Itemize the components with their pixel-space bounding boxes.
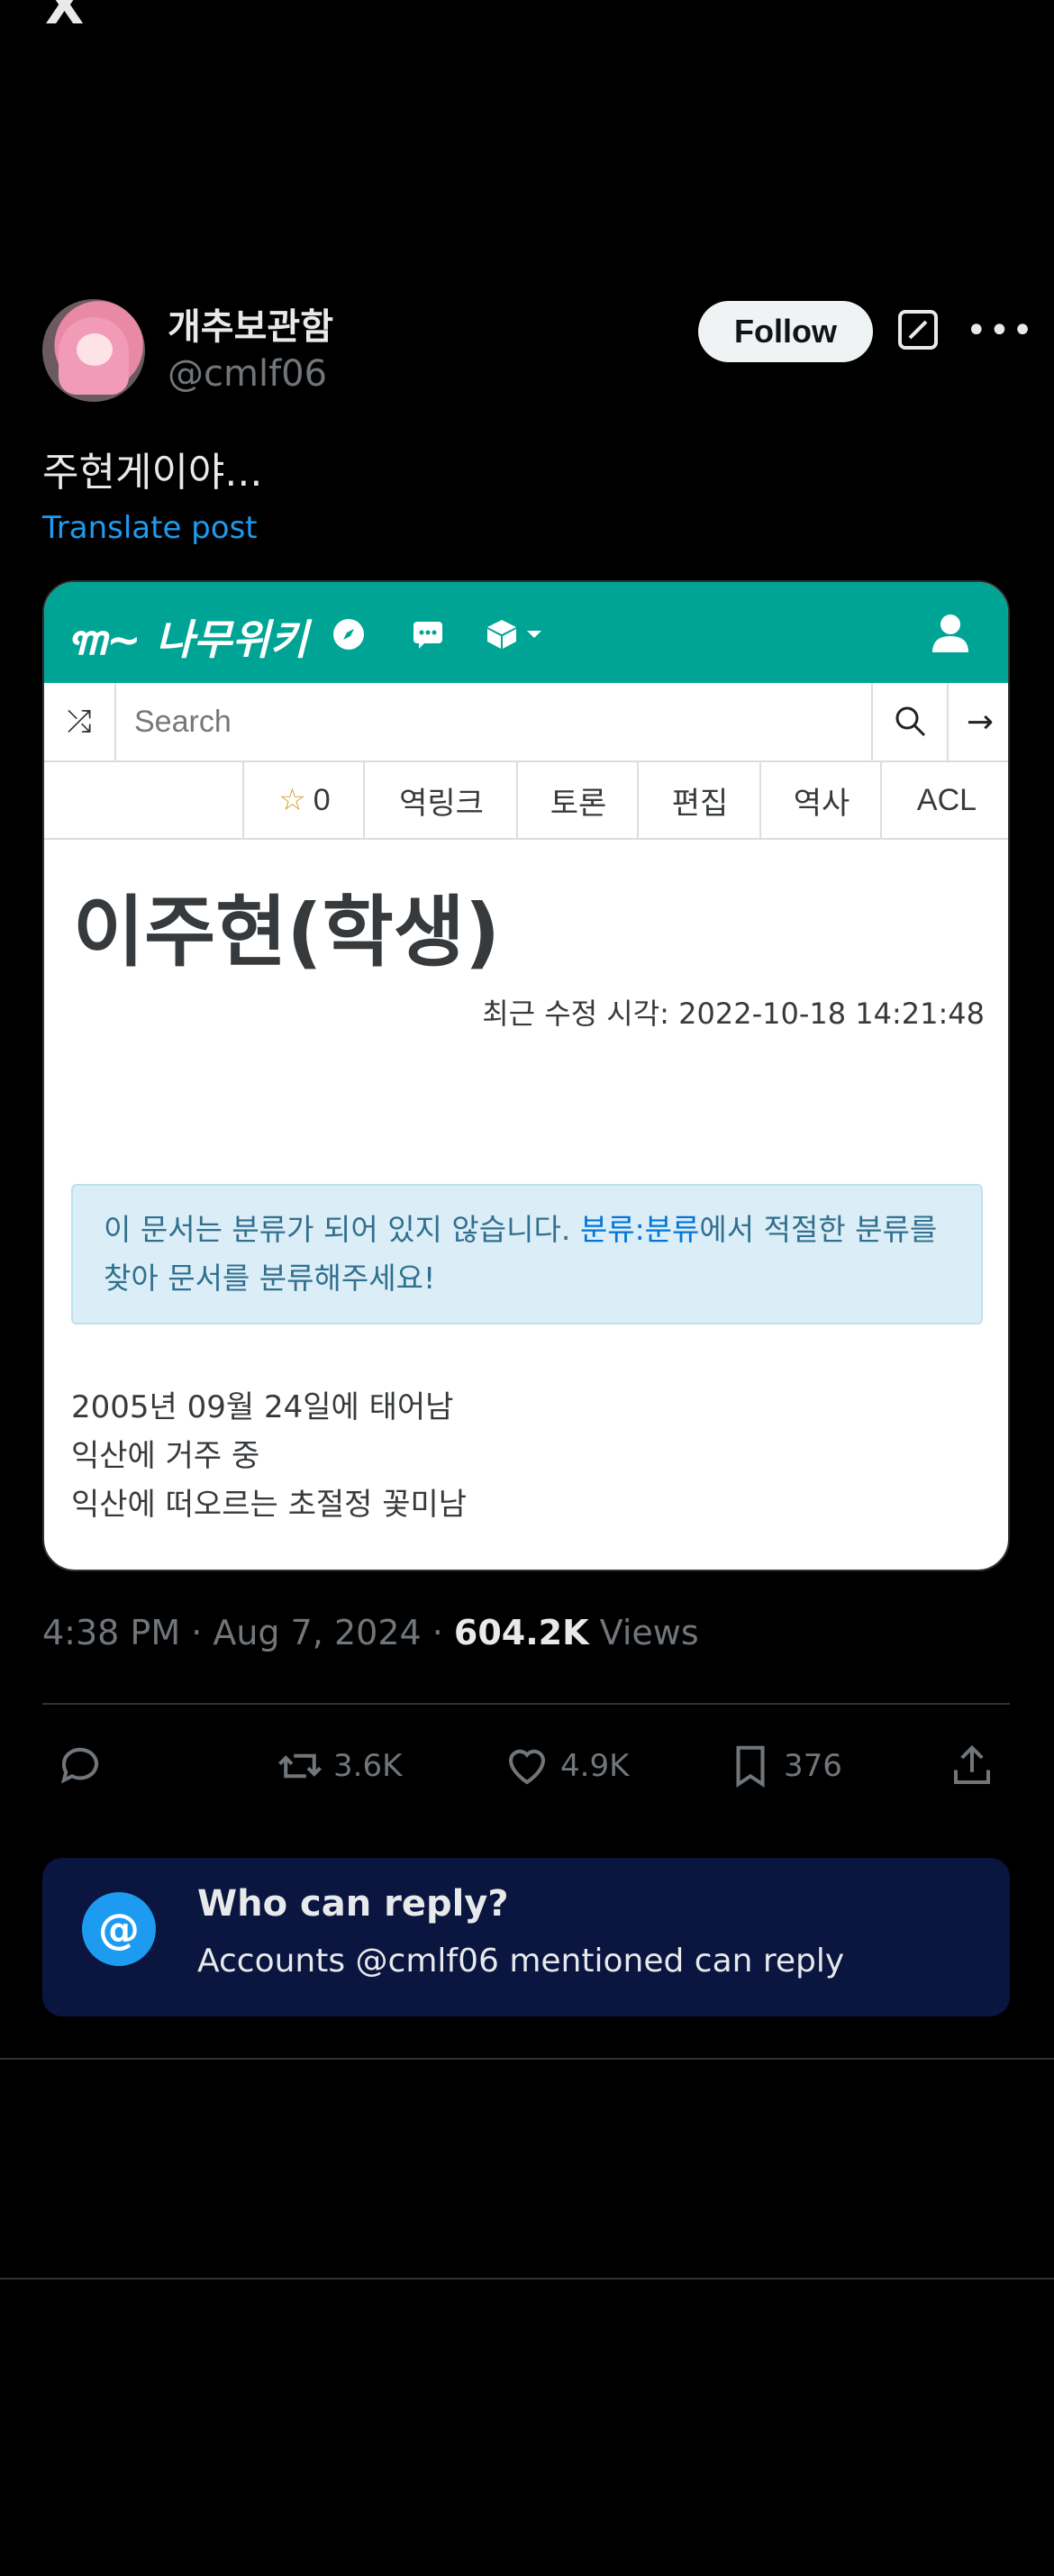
tab-history: 역사: [759, 762, 882, 838]
follow-button[interactable]: Follow: [698, 301, 873, 362]
reply-button[interactable]: [56, 1739, 114, 1793]
namuwiki-logo-mark: ꦒ~: [68, 615, 141, 664]
views-count: 604.2K: [453, 1613, 589, 1652]
like-count: 4.9K: [560, 1748, 630, 1784]
post-timestamp[interactable]: 4:38 PM · Aug 7, 2024 ·: [42, 1613, 454, 1652]
reply-restriction-title: Who can reply?: [197, 1883, 509, 1925]
namuwiki-header: ꦒ~ 나무위키: [44, 582, 1008, 683]
tab-discussion: 토론: [516, 762, 639, 838]
body-line: 익산에 거주 중: [71, 1438, 260, 1474]
notice-category-link: 분류:분류: [579, 1212, 700, 1247]
bookmark-count: 376: [784, 1748, 842, 1784]
category-notice: 이 문서는 분류가 되어 있지 않습니다. 분류:분류에서 적절한 분류를 찾아…: [71, 1184, 983, 1324]
compass-icon: [333, 619, 364, 650]
star-tab: ☆ 0: [242, 762, 365, 838]
go-arrow-icon: →: [947, 683, 1008, 760]
doc-title: 이주현(학생): [73, 887, 501, 978]
user-icon: [932, 614, 968, 652]
like-button[interactable]: 4.9K: [503, 1739, 629, 1793]
repost-icon: [278, 1753, 322, 1779]
avatar[interactable]: [42, 299, 145, 402]
reply-icon: [60, 1747, 99, 1784]
translate-post-link[interactable]: Translate post: [42, 510, 258, 546]
repost-button[interactable]: 3.6K: [276, 1739, 402, 1793]
x-logo-icon[interactable]: X: [45, 0, 84, 32]
at-icon: @: [82, 1892, 156, 1966]
user-handle[interactable]: @cmlf06: [168, 353, 327, 395]
body-line: 2005년 09월 24일에 태어남: [71, 1389, 454, 1425]
notice-text: 이 문서는 분류가 되어 있지 않습니다.: [104, 1212, 580, 1247]
search-input: [116, 683, 909, 760]
post-meta: 4:38 PM · Aug 7, 2024 · 604.2K Views: [42, 1613, 699, 1652]
doc-tabs: ☆ 0 역링크 토론 편집 역사 ACL: [44, 762, 1008, 840]
namuwiki-logo-text: 나무위키: [155, 615, 308, 664]
reply-restriction-box: @ Who can reply? Accounts @cmlf06 mentio…: [42, 1858, 1010, 2016]
more-options-icon[interactable]: •••: [966, 310, 1035, 351]
search-icon: [871, 683, 949, 760]
tab-backlink: 역링크: [363, 762, 518, 838]
namuwiki-logo: ꦒ~ 나무위키: [68, 607, 308, 693]
shuffle-icon: ⤮: [44, 683, 116, 760]
divider: [0, 2058, 1054, 2060]
divider: [42, 1703, 1010, 1705]
search-bar: ⤮ →: [44, 683, 1008, 762]
bookmark-icon: [736, 1745, 765, 1789]
post-image[interactable]: ꦒ~ 나무위키 ⤮ → ☆0 역링크 토론 편집 역사 ACL 이주현(학생): [42, 580, 1010, 1571]
tab-acl: ACL: [880, 762, 1008, 838]
cube-dropdown-icon: [487, 620, 541, 649]
chat-icon: [413, 622, 442, 649]
tab-edit: 편집: [637, 762, 761, 838]
views-label: Views: [588, 1613, 699, 1652]
divider: [0, 2278, 1054, 2280]
reply-restriction-subtitle: Accounts @cmlf06 mentioned can reply: [197, 1943, 845, 1980]
display-name[interactable]: 개추보관함: [168, 297, 333, 350]
bookmark-button[interactable]: 376: [726, 1739, 842, 1793]
body-line: 익산에 떠오르는 초절정 꽃미남: [71, 1487, 468, 1523]
modified-time: 최근 수정 시각: 2022-10-18 14:21:48: [482, 997, 985, 1031]
star-icon: ☆: [278, 783, 306, 817]
grok-icon[interactable]: [897, 309, 939, 350]
repost-count: 3.6K: [333, 1748, 403, 1784]
post-text: 주현게이야...: [42, 450, 263, 496]
share-button[interactable]: [948, 1739, 1005, 1793]
share-icon: [953, 1744, 991, 1785]
star-count: 0: [313, 782, 331, 817]
heart-icon: [508, 1749, 546, 1785]
